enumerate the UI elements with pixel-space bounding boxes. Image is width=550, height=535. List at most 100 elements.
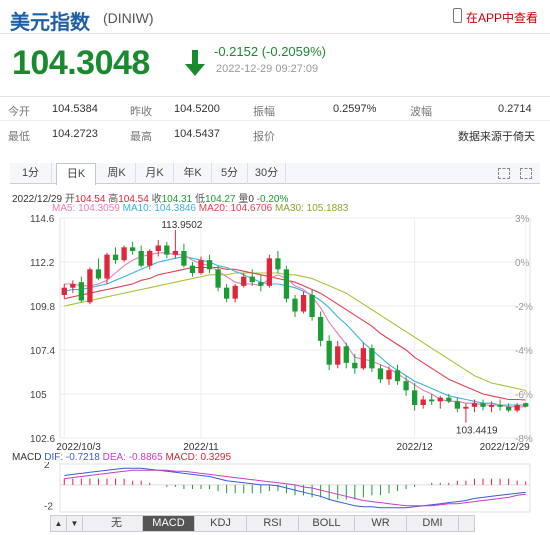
candle-body: [87, 269, 93, 303]
candle-body: [164, 245, 170, 255]
period-tabs: 1分 日K 周K 月K 年K 5分 30分: [10, 163, 540, 185]
report-label: 报价: [253, 131, 275, 143]
candle-body: [198, 260, 204, 273]
candle-body: [454, 401, 461, 409]
candle-body: [258, 282, 264, 286]
low-value: 104.2723: [52, 128, 98, 140]
candle-body: [497, 405, 503, 407]
candle-body: [223, 287, 230, 299]
page-title: 美元指数: [10, 12, 90, 34]
candle-body: [360, 348, 367, 369]
candle-body: [292, 298, 298, 312]
expand-icon[interactable]: [520, 168, 532, 179]
candle-body: [95, 269, 102, 279]
high-label: 最高: [130, 131, 152, 143]
tab-monthly[interactable]: 月K: [136, 163, 174, 184]
candle-body: [241, 276, 247, 286]
tab-daily[interactable]: 日K: [56, 163, 96, 185]
fullscreen-icon[interactable]: [498, 168, 510, 179]
candle-body: [505, 406, 512, 411]
candle-body: [104, 254, 110, 279]
indicator-rsi[interactable]: RSI: [247, 516, 299, 531]
prev-close-value: 104.5200: [174, 103, 220, 115]
kline-chart[interactable]: 114.6 3%112.2 0%109.8 -2%107.4 -4%105 -6%102.…: [0, 212, 550, 462]
candle-body: [480, 403, 486, 407]
pct-tick-label: 3%: [515, 214, 530, 225]
candle-body: [463, 406, 469, 409]
open-value: 104.5384: [52, 103, 98, 115]
macd-tick-label: -2: [44, 502, 53, 513]
candle-body: [309, 295, 315, 317]
candle-body: [129, 247, 136, 251]
candle-body: [181, 251, 187, 266]
candle-body: [275, 258, 281, 270]
candle-body: [70, 284, 76, 288]
indicator-wr[interactable]: WR: [355, 516, 407, 531]
prev-arrow-icon[interactable]: ▲: [51, 516, 67, 531]
quote-time: 2022-12-29 09:27:09: [216, 63, 319, 75]
candle-body: [215, 269, 221, 288]
candle-body: [446, 397, 452, 402]
pct-tick-label: -2%: [515, 302, 533, 313]
y-tick-label: 112.2: [30, 258, 55, 269]
candle-body: [437, 397, 443, 402]
y-tick-label: 114.6: [30, 214, 55, 225]
x-tick-label: 2022/12: [397, 442, 434, 453]
candle-body: [138, 251, 144, 266]
tab-5min[interactable]: 5分: [212, 163, 248, 184]
candle-body: [121, 247, 127, 261]
candle-body: [343, 346, 349, 363]
pct-tick-label: -4%: [515, 346, 533, 357]
prev-close-label: 昨收: [130, 106, 152, 118]
candle-body: [317, 317, 324, 341]
candle-body: [266, 258, 273, 286]
tab-1min[interactable]: 1分: [10, 163, 52, 184]
candle-body: [386, 370, 392, 380]
candle-body: [369, 348, 375, 369]
candle-body: [394, 370, 401, 382]
indicator-boll[interactable]: BOLL: [299, 516, 355, 531]
candle-body: [471, 403, 478, 407]
candle-body: [78, 282, 85, 301]
candle-body: [300, 295, 307, 312]
tab-30min[interactable]: 30分: [248, 163, 286, 184]
indicator-bar: ▲ ▼ 无 MACD KDJ RSI BOLL WR DMI: [50, 515, 475, 532]
wave-label: 波幅: [410, 106, 432, 118]
pct-tick-label: 0%: [515, 258, 530, 269]
open-label: 今开: [8, 106, 30, 118]
candle-body: [514, 405, 520, 411]
candle-body: [283, 269, 290, 299]
candle-body: [352, 362, 358, 369]
indicator-dmi[interactable]: DMI: [407, 516, 459, 531]
y-tick-label: 102.6: [30, 434, 55, 445]
indicator-macd[interactable]: MACD: [143, 516, 195, 531]
phone-icon[interactable]: [453, 8, 462, 23]
candle-body: [155, 245, 161, 251]
low-label: 最低: [8, 131, 30, 143]
candle-body: [488, 405, 495, 407]
tab-yearly[interactable]: 年K: [174, 163, 212, 184]
indicator-kdj[interactable]: KDJ: [195, 516, 247, 531]
high-value: 104.5437: [174, 128, 220, 140]
next-arrow-icon[interactable]: ▼: [67, 516, 83, 531]
data-source: 数据来源于倚天: [458, 131, 535, 143]
candle-body: [206, 260, 213, 270]
max-price-label: 113.9502: [161, 220, 202, 231]
candle-body: [411, 390, 418, 405]
open-in-app-link[interactable]: 在APP中查看: [466, 9, 538, 26]
candle-body: [335, 346, 341, 365]
indicator-none[interactable]: 无: [91, 516, 143, 531]
macd-chart[interactable]: 2 -2: [0, 462, 550, 514]
candle-body: [232, 285, 238, 299]
candle-body: [189, 265, 196, 273]
y-tick-label: 107.4: [30, 346, 55, 357]
tab-weekly[interactable]: 周K: [98, 163, 136, 184]
candle-body: [420, 399, 426, 405]
header: 美元指数 (DINIW) 在APP中查看: [0, 0, 550, 34]
y-tick-label: 109.8: [30, 302, 55, 313]
candle-body: [377, 368, 384, 380]
wave-value: 0.2714: [498, 103, 532, 115]
macd-tick-label: 2: [44, 462, 50, 471]
y-tick-label: 105: [30, 390, 47, 401]
candle-body: [326, 340, 332, 365]
